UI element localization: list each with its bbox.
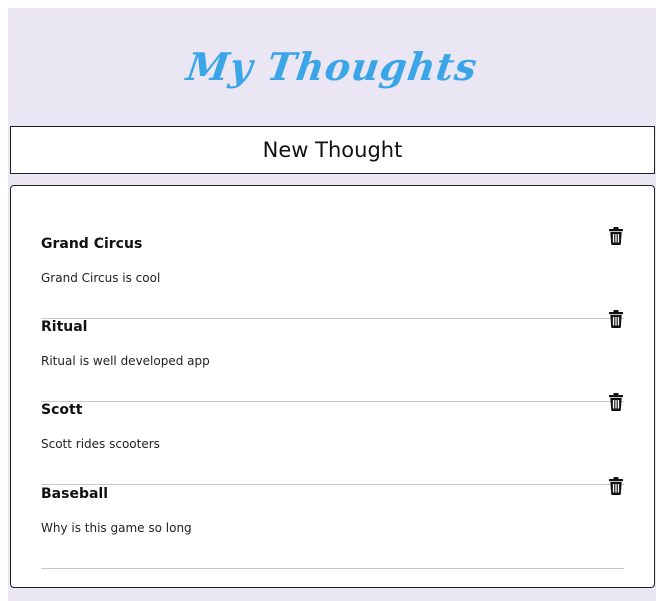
list-item: Ritual Ritual is well developed app bbox=[41, 310, 624, 402]
header: My Thoughts bbox=[8, 8, 656, 126]
trash-icon[interactable] bbox=[608, 227, 624, 245]
thought-body: Why is this game so long bbox=[41, 521, 192, 535]
list-item: Grand Circus Grand Circus is cool bbox=[41, 227, 624, 319]
list-item: Scott Scott rides scooters bbox=[41, 393, 624, 485]
thought-list: Grand Circus Grand Circus is cool Ritual… bbox=[10, 185, 655, 588]
thought-title: Baseball bbox=[41, 486, 109, 502]
list-item: Baseball Why is this game so long bbox=[41, 477, 624, 569]
thought-body: Ritual is well developed app bbox=[41, 354, 210, 368]
thought-title: Scott bbox=[41, 402, 83, 418]
new-thought-button[interactable]: New Thought bbox=[10, 126, 655, 174]
trash-icon[interactable] bbox=[608, 393, 624, 411]
app-title: My Thoughts bbox=[183, 43, 481, 89]
thought-body: Scott rides scooters bbox=[41, 437, 160, 451]
thought-title: Ritual bbox=[41, 319, 88, 335]
trash-icon[interactable] bbox=[608, 310, 624, 328]
thought-title: Grand Circus bbox=[41, 236, 143, 252]
thought-body: Grand Circus is cool bbox=[41, 271, 161, 285]
trash-icon[interactable] bbox=[608, 477, 624, 495]
app-container: My Thoughts New Thought Grand Circus Gra… bbox=[8, 8, 656, 601]
